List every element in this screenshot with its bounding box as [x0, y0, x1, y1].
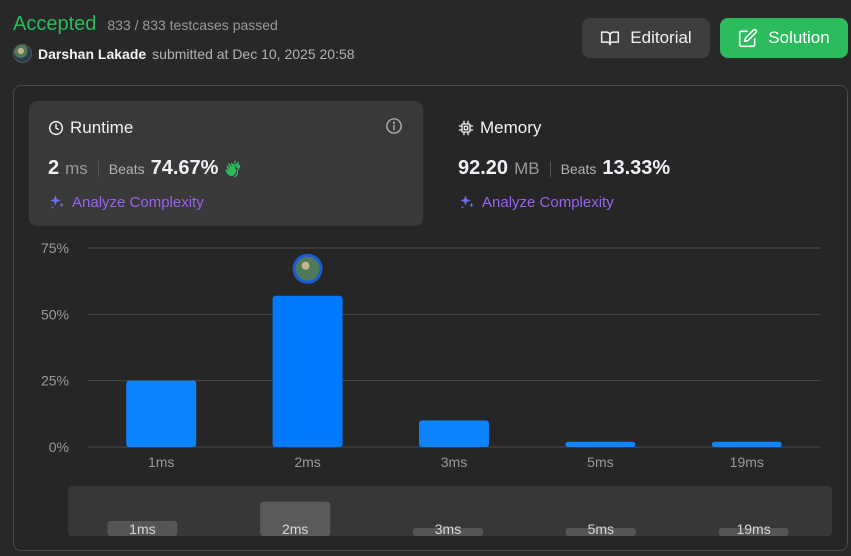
- edit-icon: [739, 28, 758, 48]
- x-tick-label: 1ms: [148, 454, 174, 470]
- x-tick-label: 3ms: [441, 454, 467, 470]
- y-tick-label: 50%: [41, 306, 69, 322]
- x-tick-label: 5ms: [587, 454, 613, 470]
- chart-svg: 0% 25% 50% 75% 1ms 2ms 3ms 5ms 19ms: [41, 240, 820, 470]
- submitter-info: Darshan Lakade submitted at Dec 10, 2025…: [13, 44, 355, 63]
- editorial-label: Editorial: [630, 28, 692, 47]
- runtime-distribution-chart: 0% 25% 50% 75% 1ms 2ms 3ms 5ms 19ms 1ms 2ms 3ms 5ms…: [14, 86, 847, 550]
- submitted-time: submitted at Dec 10, 2025 20:58: [152, 45, 355, 62]
- y-tick-label: 75%: [41, 240, 69, 256]
- solution-label: Solution: [768, 28, 830, 47]
- y-tick-label: 25%: [41, 373, 69, 389]
- bar-5ms: [565, 441, 636, 447]
- bar-3ms: [419, 420, 489, 447]
- chart-navigator[interactable]: 1ms 2ms 3ms 5ms 19ms: [68, 486, 832, 536]
- bar-1ms: [126, 380, 197, 447]
- avatar[interactable]: [13, 44, 32, 63]
- submission-status: Accepted 833 / 833 testcases passed: [13, 13, 278, 36]
- solution-button[interactable]: Solution: [720, 18, 848, 58]
- navigator-label: 1ms: [129, 521, 155, 536]
- navigator-label: 19ms: [736, 521, 770, 536]
- results-panel: Runtime 2 ms Beats 74.67% Analyze Comple…: [13, 85, 848, 551]
- navigator-label: 2ms: [282, 521, 308, 536]
- username[interactable]: Darshan Lakade: [38, 46, 146, 62]
- navigator-svg: 1ms 2ms 3ms 5ms 19ms: [107, 501, 789, 536]
- book-icon: [601, 31, 620, 46]
- bar-2ms: [272, 295, 343, 447]
- testcases-passed: 833 / 833 testcases passed: [107, 17, 278, 33]
- x-tick-label: 19ms: [730, 454, 764, 470]
- x-tick-label: 2ms: [294, 454, 320, 470]
- bar-19ms: [711, 441, 782, 447]
- avatar-marker-face: [301, 261, 310, 270]
- navigator-label: 3ms: [435, 521, 461, 536]
- navigator-label: 5ms: [588, 521, 614, 536]
- y-tick-label: 0%: [49, 439, 69, 455]
- editorial-button[interactable]: Editorial: [582, 18, 710, 58]
- status-accepted: Accepted: [13, 13, 97, 35]
